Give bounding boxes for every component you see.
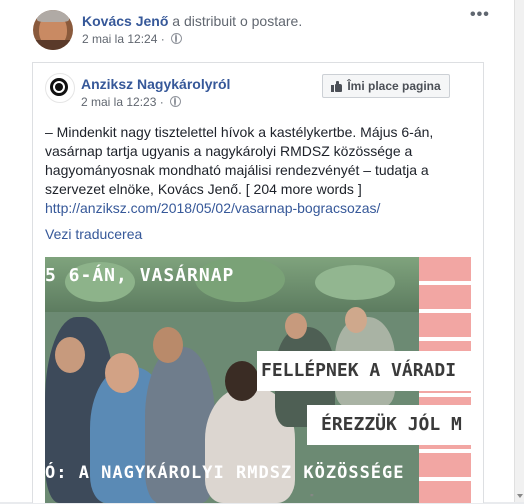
image-banner: ÉREZZÜK JÓL M (307, 405, 471, 445)
like-page-label: Îmi place pagina (347, 79, 441, 93)
shared-post-timestamp[interactable]: 2 mai la 12:23 (81, 95, 156, 109)
post-meta: 2 mai la 12:24 · (82, 32, 183, 46)
author-avatar[interactable] (33, 10, 73, 50)
globe-icon[interactable] (170, 96, 182, 107)
more-options-icon[interactable]: ••• (470, 6, 490, 24)
shared-post-meta: 2 mai la 12:23 · (81, 95, 182, 109)
article-link[interactable]: http://anziksz.com/2018/05/02/vasarnap-b… (45, 200, 380, 216)
thumbs-up-icon (331, 80, 343, 92)
meta-separator: · (156, 95, 168, 109)
page-name[interactable]: Anziksz Nagykárolyról (81, 76, 230, 92)
like-page-button[interactable]: Îmi place pagina (322, 74, 450, 98)
image-banner: FELLÉPNEK A VÁRADI (257, 351, 471, 391)
see-translation-link[interactable]: Vezi traducerea (45, 226, 142, 242)
person-head (153, 327, 183, 363)
scroll-down-icon[interactable] (516, 494, 523, 498)
person-head (345, 307, 367, 333)
post-header: Kovács Jenő a distribuit o postare. (82, 13, 302, 29)
image-top-caption: 5 6-ÁN, VASÁRNAP (45, 265, 235, 286)
post-image[interactable]: 5 6-ÁN, VASÁRNAP FELLÉPNEK A VÁRADI ÉREZ… (45, 257, 471, 503)
post-timestamp[interactable]: 2 mai la 12:24 (82, 32, 157, 46)
scroll-grip-marker[interactable]: ''' (310, 493, 314, 504)
image-bottom-caption: Ó: A NAGYKÁROLYI RMDSZ KÖZÖSSÉGE (45, 463, 405, 483)
post-text: – Mindenkit nagy tisztelettel hívok a ka… (45, 124, 434, 197)
foliage (315, 265, 395, 300)
globe-icon[interactable] (171, 33, 183, 44)
post-body: – Mindenkit nagy tisztelettel hívok a ka… (45, 123, 475, 218)
page-logo-icon[interactable] (45, 73, 75, 103)
feed-post: Kovács Jenő a distribuit o postare. 2 ma… (0, 0, 515, 503)
person-head (225, 361, 259, 401)
person-head (55, 337, 85, 373)
person-head (285, 313, 307, 339)
person-head (105, 353, 139, 393)
shared-post: Anziksz Nagykárolyról 2 mai la 12:23 · Î… (32, 62, 484, 503)
scrollbar[interactable] (514, 0, 524, 502)
meta-separator: · (157, 32, 169, 46)
share-action-text: a distribuit o postare. (168, 13, 303, 29)
author-name[interactable]: Kovács Jenő (82, 13, 168, 29)
